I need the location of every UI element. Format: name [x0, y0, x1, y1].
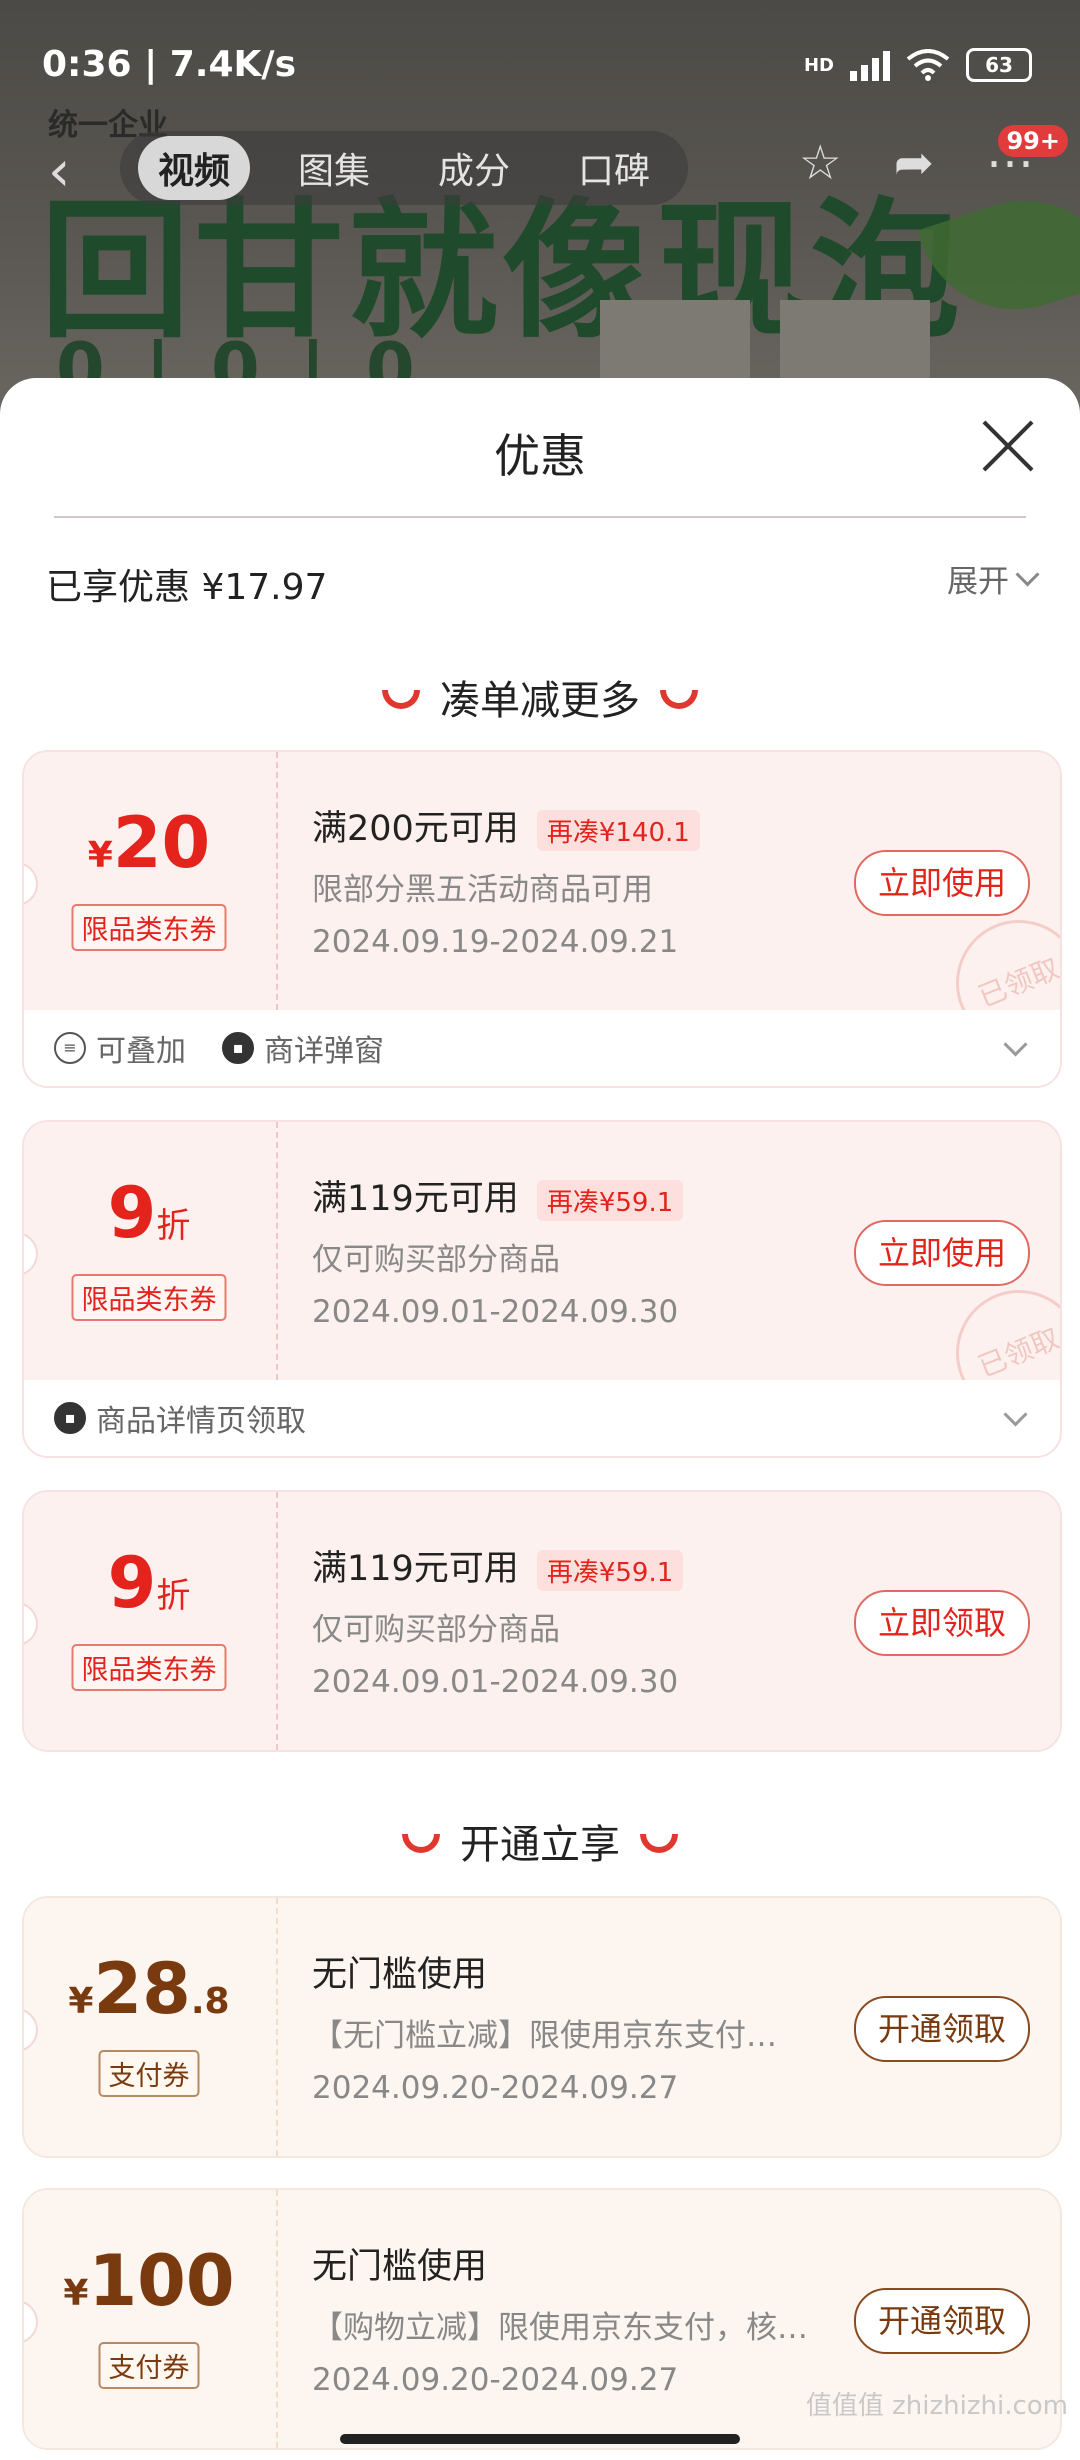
- coupon-validity-date: 2024.09.01-2024.09.30: [312, 1294, 679, 1330]
- tab-ingredients[interactable]: 成分: [418, 136, 530, 200]
- coupon-need-more-badge: 再凑¥59.1: [536, 1179, 684, 1221]
- coupon-value-area: 9折 限品类东券: [24, 1492, 274, 1750]
- stackable-label: ≡ 可叠加: [54, 1010, 186, 1086]
- coupon-description: 限部分黑五活动商品可用: [312, 872, 653, 908]
- coupon-validity-date: 2024.09.19-2024.09.21: [312, 924, 679, 960]
- divider: [54, 516, 1026, 518]
- coupon-amount: ¥28.8: [68, 1948, 230, 2030]
- stack-icon: ≡: [54, 1032, 86, 1064]
- coupon-validity-date: 2024.09.01-2024.09.30: [312, 1664, 679, 1700]
- chevron-down-icon[interactable]: [1003, 1402, 1028, 1427]
- star-favorite-icon[interactable]: ☆: [799, 135, 842, 191]
- discount-bottom-sheet: 优惠 已享优惠 ¥17.97 展开 凑单减更多 ¥20 限品类东券 满200元可…: [0, 378, 1080, 2460]
- home-indicator[interactable]: [340, 2434, 740, 2444]
- activate-claim-button[interactable]: 开通领取: [853, 1996, 1030, 2062]
- ticket-icon: ▪: [54, 1402, 86, 1434]
- coupon-footer: ≡ 可叠加 ▪ 商详弹窗: [24, 1010, 1060, 1086]
- coupon-value-area: 9折 限品类东券: [24, 1122, 274, 1380]
- use-now-button[interactable]: 立即使用: [853, 850, 1030, 916]
- coupon-card: 9折 限品类东券 满119元可用 再凑¥59.1 仅可购买部分商品 2024.09…: [22, 1120, 1062, 1458]
- status-time-speed: 0:36 | 7.4K/s: [42, 44, 297, 85]
- coupon-footer: ▪ 商品详情页领取: [24, 1380, 1060, 1456]
- coupon-need-more-badge: 再凑¥140.1: [536, 809, 700, 851]
- coupon-dashed-divider: [276, 2190, 278, 2448]
- site-watermark: 值值值 zhizhizhi.com: [805, 2391, 1068, 2421]
- tab-reviews[interactable]: 口碑: [558, 136, 670, 200]
- message-count-badge: 99+: [998, 125, 1068, 157]
- smile-decoration-icon: [382, 689, 420, 709]
- expand-label: 展开: [947, 564, 1009, 600]
- back-arrow-icon[interactable]: ‹: [48, 139, 70, 204]
- tab-gallery[interactable]: 图集: [278, 136, 390, 200]
- chevron-down-icon: [1015, 562, 1040, 587]
- activate-claim-button[interactable]: 开通领取: [853, 2288, 1030, 2354]
- coupon-type-tag: 限品类东券: [71, 1274, 227, 1321]
- coupon-dashed-divider: [276, 1492, 278, 1750]
- coupon-validity-date: 2024.09.20-2024.09.27: [312, 2070, 679, 2106]
- coupon-amount: ¥20: [87, 802, 211, 884]
- section-title-open: 开通立享: [0, 1812, 1080, 1870]
- use-now-button[interactable]: 立即使用: [853, 1220, 1030, 1286]
- coupon-amount: ¥100: [63, 2240, 235, 2322]
- coupon-type-tag: 支付券: [98, 2050, 200, 2097]
- smile-decoration-icon: [640, 1833, 678, 1853]
- claim-source-label: ▪ 商品详情页领取: [54, 1380, 306, 1456]
- product-nav-bar: ‹ 视频 图集 成分 口碑 ☆ ➦ ⋯ 99+: [0, 125, 1080, 211]
- signal-icon: [850, 49, 890, 81]
- coupon-description: 【购物立减】限使用京东支付，核…: [312, 2310, 808, 2346]
- coupon-value-area: ¥100 支付券: [24, 2190, 274, 2448]
- coupon-value-area: ¥28.8 支付券: [24, 1898, 274, 2156]
- coupon-card: ¥28.8 支付券 无门槛使用 【无门槛立减】限使用京东支付… 2024.09.…: [22, 1896, 1062, 2158]
- coupon-description: 仅可购买部分商品: [312, 1242, 560, 1278]
- hd-indicator: HD: [803, 54, 834, 76]
- chevron-down-icon[interactable]: [1003, 1032, 1028, 1057]
- share-icon[interactable]: ➦: [894, 135, 934, 191]
- popup-source-label: ▪ 商详弹窗: [222, 1010, 384, 1086]
- coupon-title: 无门槛使用: [312, 2247, 488, 2287]
- coupon-validity-date: 2024.09.20-2024.09.27: [312, 2362, 679, 2398]
- coupon-dashed-divider: [276, 1122, 278, 1380]
- coupon-type-tag: 支付券: [98, 2342, 200, 2389]
- coupon-description: 【无门槛立减】限使用京东支付…: [312, 2018, 777, 2054]
- ticket-icon: ▪: [222, 1032, 254, 1064]
- coupon-amount: 9折: [107, 1172, 191, 1254]
- smile-decoration-icon: [660, 689, 698, 709]
- expand-button[interactable]: 展开: [947, 556, 1040, 601]
- coupon-title: 满119元可用 再凑¥59.1: [312, 1540, 684, 1591]
- coupon-title: 满200元可用 再凑¥140.1: [312, 800, 700, 851]
- section-title-more: 凑单减更多: [0, 668, 1080, 726]
- coupon-dashed-divider: [276, 752, 278, 1010]
- coupon-value-area: ¥20 限品类东券: [24, 752, 274, 1010]
- tab-video[interactable]: 视频: [138, 136, 251, 200]
- coupon-title: 满119元可用 再凑¥59.1: [312, 1170, 684, 1221]
- coupon-need-more-badge: 再凑¥59.1: [536, 1549, 684, 1591]
- coupon-card: 9折 限品类东券 满119元可用 再凑¥59.1 仅可购买部分商品 2024.09…: [22, 1490, 1062, 1752]
- coupon-description: 仅可购买部分商品: [312, 1612, 560, 1648]
- media-tabs: 视频 图集 成分 口碑: [120, 131, 689, 205]
- coupon-title: 无门槛使用: [312, 1955, 488, 1995]
- sheet-title: 优惠: [494, 429, 586, 483]
- coupon-amount: 9折: [107, 1542, 191, 1624]
- battery-icon: 63: [966, 48, 1032, 82]
- wifi-icon: [906, 49, 950, 81]
- enjoyed-discount-total: 已享优惠 ¥17.97: [46, 567, 328, 608]
- coupon-card: ¥20 限品类东券 满200元可用 再凑¥140.1 限部分黑五活动商品可用 20…: [22, 750, 1062, 1088]
- claim-now-button[interactable]: 立即领取: [853, 1590, 1030, 1656]
- close-icon[interactable]: [980, 418, 1036, 474]
- smile-decoration-icon: [402, 1833, 440, 1853]
- coupon-dashed-divider: [276, 1898, 278, 2156]
- coupon-type-tag: 限品类东券: [71, 904, 227, 951]
- status-icons: HD 63: [804, 48, 1032, 82]
- coupon-type-tag: 限品类东券: [71, 1644, 227, 1691]
